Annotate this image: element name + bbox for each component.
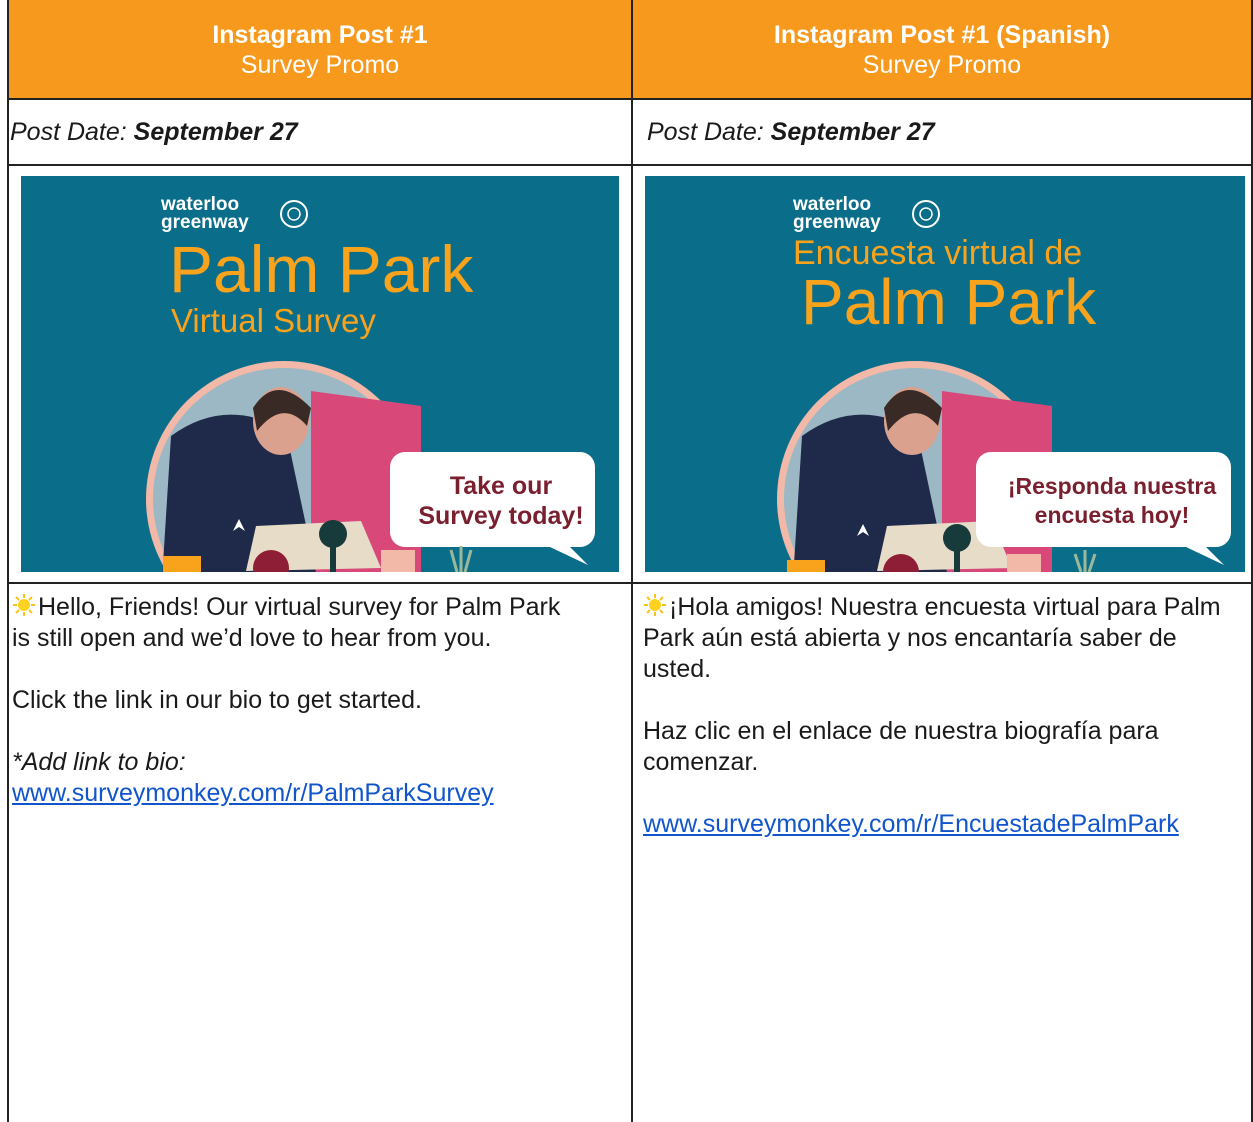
copy-text: Hello, Friends! Our virtual survey for P… [12,593,561,652]
city-seal-icon [912,200,940,228]
post-date-label: Post Date: [647,118,771,146]
add-link-note: *Add link to bio: [12,748,186,776]
table-row-divider-1 [7,98,1253,100]
headline-big: Palm Park [801,266,1097,338]
brand-line-2: greenway [793,212,881,233]
post-date-value: September 27 [770,118,935,146]
bubble-line-2: Survey today! [418,502,583,530]
table-border-left [7,0,9,1122]
bubble-line-2: encuesta hoy! [1035,502,1190,528]
header-cell-english: Instagram Post #1 Survey Promo [9,0,631,98]
copy-paragraph-1: ¡Hola amigos! Nuestra encuesta virtual p… [643,592,1223,685]
city-seal-icon [280,200,308,228]
post-date-english: Post Date: September 27 [10,118,298,147]
sun-emoji-icon [13,594,35,616]
headline-sub: Virtual Survey [171,302,376,339]
post-date-label: Post Date: [10,118,134,146]
instagram-post-image-english: waterloo greenway Palm Park Virtual Surv… [21,176,619,572]
copy-paragraph-1: Hello, Friends! Our virtual survey for P… [12,592,582,654]
table-row-divider-3 [7,582,1253,584]
post-graphic: waterloo greenway Encuesta virtual de Pa… [777,194,1231,572]
survey-link[interactable]: www.surveymonkey.com/r/PalmParkSurvey [12,779,494,807]
survey-link[interactable]: www.surveymonkey.com/r/EncuestadePalmPar… [643,810,1179,838]
table-row-divider-2 [7,164,1253,166]
post-graphic: waterloo greenway Palm Park Virtual Surv… [146,194,595,572]
header-subtitle: Survey Promo [240,51,400,79]
copy-text: ¡Hola amigos! Nuestra encuesta virtual p… [643,593,1221,683]
post-copy-spanish: ¡Hola amigos! Nuestra encuesta virtual p… [643,592,1223,840]
header-cell-spanish: Instagram Post #1 (Spanish) Survey Promo [633,0,1251,98]
document-table: Instagram Post #1 Survey Promo Instagram… [7,0,1253,1122]
headline-big: Palm Park [169,232,474,306]
copy-paragraph-2: Click the link in our bio to get started… [12,686,422,714]
header-title: Instagram Post #1 (Spanish) [773,21,1111,49]
header-subtitle: Survey Promo [862,51,1022,79]
post-copy-english: Hello, Friends! Our virtual survey for P… [12,592,582,809]
survey-photo [146,361,422,572]
sun-emoji-icon [644,594,666,616]
bubble-line-1: Take our [450,472,553,500]
post-date-value: September 27 [133,118,298,146]
header-title: Instagram Post #1 [212,21,428,49]
instagram-post-image-spanish: waterloo greenway Encuesta virtual de Pa… [645,176,1245,572]
table-border-middle [631,0,633,1122]
copy-paragraph-2: Haz clic en el enlace de nuestra biograf… [643,717,1159,776]
post-date-spanish: Post Date: September 27 [647,118,935,147]
brand-line-2: greenway [161,212,249,233]
bubble-line-1: ¡Responda nuestra [1008,473,1217,499]
